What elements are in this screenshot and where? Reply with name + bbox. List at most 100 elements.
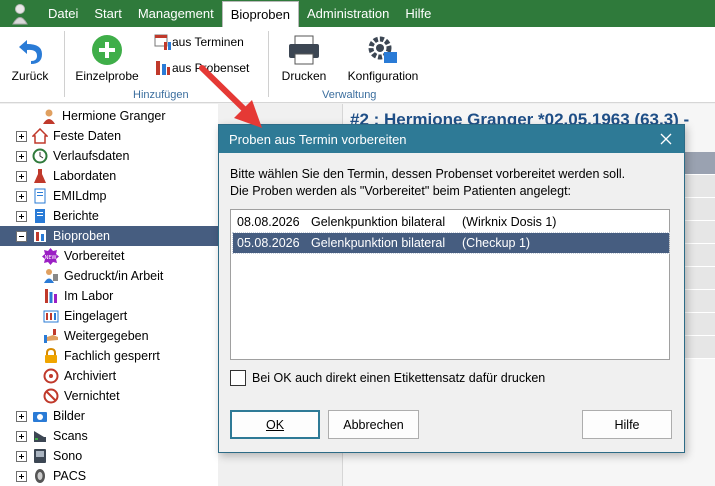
expand-icon[interactable] [16,190,27,202]
tree-item-label: Verlaufsdaten [53,149,130,163]
ribbon-separator [64,31,65,97]
back-button[interactable]: Zurück [6,31,54,83]
from-sampleset-button[interactable]: aus Probenset [154,59,249,77]
tree-item-label: Sono [53,449,83,463]
camera-icon [31,408,48,425]
archive-icon [42,368,59,385]
ribbon-separator [268,31,269,97]
tree-item-feste-daten[interactable]: Feste Daten [0,126,218,146]
calendar-sample-icon [154,34,171,50]
house-icon [31,128,48,145]
list-item[interactable]: 05.08.2026 Gelenkpunktion bilateral (Che… [232,232,670,254]
cancel-button[interactable]: Abbrechen [328,410,419,439]
tree-subitem-vorbereitet[interactable]: NEW Vorbereitet [0,246,218,266]
group-label-add: Hinzufügen [133,89,189,101]
help-label: Hilfe [614,417,640,432]
help-button[interactable]: Hilfe [582,410,672,439]
menu-administration[interactable]: Administration [299,0,397,27]
appointment-date: 08.08.2026 [237,215,300,229]
expand-icon[interactable] [16,150,27,162]
menu-datei[interactable]: Datei [40,0,86,27]
tree-item-label: PACS [53,469,87,483]
tree-item-label: Bilder [53,409,85,423]
tree-item-label: EMILdmp [53,189,107,203]
from-sampleset-label: aus Probenset [172,61,250,75]
tree-item-labordaten[interactable]: Labordaten [0,166,218,186]
tree-item-label: Weitergegeben [64,329,149,343]
app-logo-icon[interactable] [0,0,40,27]
group-label-admin: Verwaltung [322,89,377,101]
print-button[interactable]: Drucken [276,31,332,83]
menu-start[interactable]: Start [86,0,129,27]
appointment-procedure: Gelenkpunktion bilateral [311,236,446,250]
cancel-label: Abbrechen [343,417,404,432]
menu-bioproben[interactable]: Bioproben [221,1,299,27]
tree-item-berichte[interactable]: Berichte [0,206,218,226]
print-labels-checkbox[interactable] [230,370,246,386]
prepare-samples-dialog: Proben aus Termin vorbereiten Bitte wähl… [218,124,685,453]
lab-icon [42,288,59,305]
single-sample-label: Einzelprobe [75,69,139,83]
pacs-icon [31,468,48,485]
menu-management[interactable]: Management [130,0,222,27]
tree-item-emildmp[interactable]: EMILdmp [0,186,218,206]
table-row [684,244,715,267]
print-label: Drucken [281,69,327,83]
configuration-button[interactable]: Konfiguration [340,31,426,83]
appointment-sampleset: (Wirknix Dosis 1) [462,215,557,229]
sample-icon [31,228,48,245]
tree-item-patient[interactable]: Hermione Granger [0,106,218,126]
tree-subitem-vernichtet[interactable]: Vernichtet [0,386,218,406]
expand-icon[interactable] [16,210,27,222]
collapse-icon[interactable] [16,230,27,242]
expand-icon[interactable] [16,410,27,422]
tree-subitem-eingelagert[interactable]: Eingelagert [0,306,218,326]
table-row [684,336,715,359]
close-icon[interactable] [656,129,676,149]
appointment-list[interactable]: 08.08.2026 Gelenkpunktion bilateral (Wir… [230,209,670,360]
expand-icon[interactable] [16,130,27,142]
tree-item-pacs[interactable]: PACS [0,466,218,486]
document-icon [31,188,48,205]
clock-icon [31,148,48,165]
tree-subitem-weitergegeben[interactable]: Weitergegeben [0,326,218,346]
menu-hilfe[interactable]: Hilfe [397,0,439,27]
list-item[interactable]: 08.08.2026 Gelenkpunktion bilateral (Wir… [233,212,669,232]
configuration-label: Konfiguration [347,69,419,83]
table-row [684,175,715,198]
tree-subitem-gedruckt[interactable]: Gedruckt/in Arbeit [0,266,218,286]
dialog-title: Proben aus Termin vorbereiten [229,131,407,147]
expand-icon[interactable] [16,170,27,182]
gear-icon [340,31,426,69]
tree-item-label: Scans [53,429,88,443]
tree-item-bioproben[interactable]: Bioproben [0,226,218,246]
report-icon [31,208,48,225]
tree-subitem-gesperrt[interactable]: Fachlich gesperrt [0,346,218,366]
dialog-title-bar: Proben aus Termin vorbereiten [219,125,684,153]
print-labels-label: Bei OK auch direkt einen Etikettensatz d… [252,371,546,385]
tree-item-label: Hermione Granger [62,109,166,123]
tree-item-scans[interactable]: Scans [0,426,218,446]
from-appointments-button[interactable]: aus Terminen [154,33,244,51]
tree-subitem-im-labor[interactable]: Im Labor [0,286,218,306]
patient-tree: Hermione Granger Feste Daten Verlaufsdat… [0,104,218,486]
sampleset-icon [156,61,170,75]
tree-item-sono[interactable]: Sono [0,446,218,466]
menu-bar: Datei Start Management Bioproben Adminis… [0,0,715,27]
tree-item-label: Vernichtet [64,389,120,403]
print-labels-option[interactable]: Bei OK auch direkt einen Etikettensatz d… [230,370,545,386]
tree-item-bilder[interactable]: Bilder [0,406,218,426]
tree-item-label: Bioproben [53,229,110,243]
storage-icon [42,308,59,325]
ok-button[interactable]: OK [230,410,320,439]
ribbon-toolbar: Zurück Einzelprobe aus Terminen aus Prob… [0,27,715,103]
single-sample-button[interactable]: Einzelprobe [70,31,144,83]
expand-icon[interactable] [16,450,27,462]
appointment-procedure: Gelenkpunktion bilateral [311,215,446,229]
expand-icon[interactable] [16,470,27,482]
expand-icon[interactable] [16,430,27,442]
handover-icon [42,328,59,345]
appointment-sampleset: (Checkup 1) [462,236,531,250]
tree-subitem-archiviert[interactable]: Archiviert [0,366,218,386]
tree-item-verlaufsdaten[interactable]: Verlaufsdaten [0,146,218,166]
